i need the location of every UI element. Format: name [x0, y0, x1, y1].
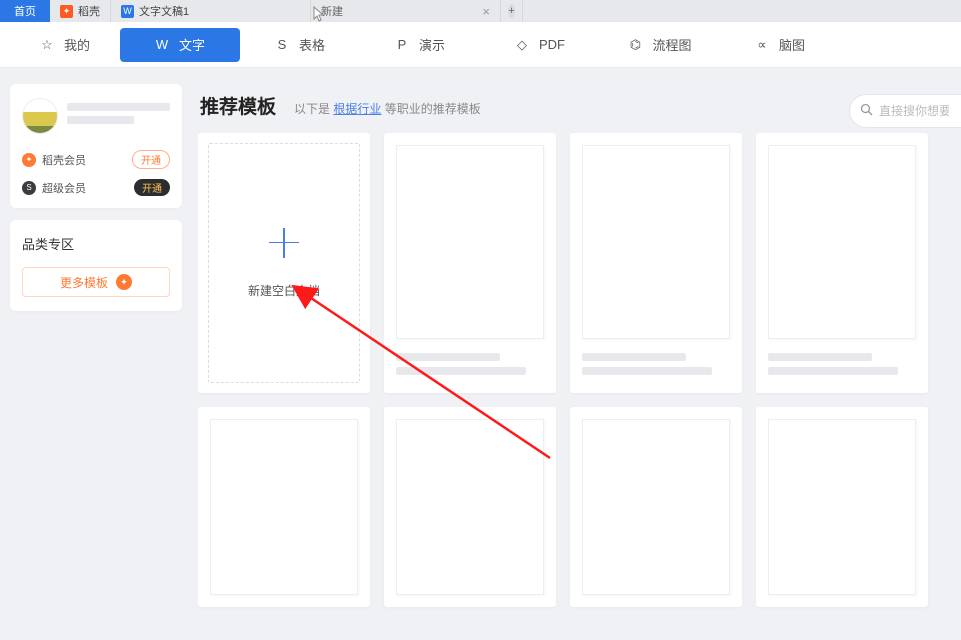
- template-card[interactable]: [384, 407, 556, 607]
- fire-icon: ✦: [60, 5, 73, 18]
- new-blank-doc-card[interactable]: 新建空白文档: [198, 133, 370, 393]
- subtitle: 以下是 根据行业 等职业的推荐模板: [294, 100, 481, 117]
- nav-mine[interactable]: ☆ 我的: [10, 28, 120, 62]
- mind-icon: ∝: [755, 37, 769, 53]
- user-name-placeholder: [67, 103, 170, 129]
- nav-label: 脑图: [779, 35, 805, 54]
- cursor-icon: [313, 6, 327, 27]
- search-box[interactable]: [849, 94, 961, 128]
- heading-row: 推荐模板 以下是 根据行业 等职业的推荐模板: [200, 92, 961, 119]
- sidebar: ✦ 稻壳会员 开通 S 超级会员 开通 品类专区 更多模板 ✦: [10, 84, 182, 640]
- nav-label: PDF: [539, 37, 565, 52]
- close-icon[interactable]: ×: [482, 4, 490, 19]
- nav-label: 流程图: [652, 35, 691, 54]
- nav-label: 表格: [299, 35, 325, 54]
- more-templates-button[interactable]: 更多模板 ✦: [22, 267, 170, 297]
- content-area: 推荐模板 以下是 根据行业 等职业的推荐模板 新建空白文档: [198, 84, 961, 640]
- window-tab-bar: 首页 ✦ 稻壳 W 文字文稿1 新建 × +: [0, 0, 961, 22]
- user-info: [22, 98, 170, 134]
- rice-icon: ✦: [22, 153, 36, 167]
- page-title: 推荐模板: [200, 92, 276, 119]
- search-wrap: [849, 94, 961, 128]
- user-card: ✦ 稻壳会员 开通 S 超级会员 开通: [10, 84, 182, 208]
- template-card[interactable]: [570, 407, 742, 607]
- template-card[interactable]: [756, 407, 928, 607]
- open-button[interactable]: 开通: [132, 150, 170, 169]
- more-label: 更多模板: [60, 274, 108, 291]
- category-title: 品类专区: [22, 234, 170, 253]
- doc-icon: W: [121, 5, 134, 18]
- nav-present[interactable]: P 演示: [360, 28, 480, 62]
- member-label: 稻壳会员: [42, 152, 86, 168]
- avatar[interactable]: [22, 98, 58, 134]
- nav-label: 我的: [64, 35, 90, 54]
- template-card[interactable]: [756, 133, 928, 393]
- fire-icon: ✦: [116, 274, 132, 290]
- open-button[interactable]: 开通: [134, 179, 170, 196]
- category-card: 品类专区 更多模板 ✦: [10, 220, 182, 311]
- pdf-icon: ◇: [515, 37, 529, 53]
- super-icon: S: [22, 181, 36, 195]
- text-icon: W: [155, 37, 169, 52]
- nav-sheet[interactable]: S 表格: [240, 28, 360, 62]
- tab-label: 稻壳: [78, 3, 100, 19]
- plus-icon: [269, 228, 299, 258]
- member-row-super: S 超级会员 开通: [22, 179, 170, 196]
- blank-doc-label: 新建空白文档: [248, 282, 320, 299]
- plus-icon: +: [508, 4, 514, 18]
- sheet-icon: S: [275, 37, 289, 52]
- tab-new[interactable]: 新建 ×: [311, 0, 501, 22]
- present-icon: P: [395, 37, 409, 52]
- main-area: ✦ 稻壳会员 开通 S 超级会员 开通 品类专区 更多模板 ✦ 推荐模板 以下是 根…: [0, 68, 961, 640]
- template-card[interactable]: [384, 133, 556, 393]
- template-card[interactable]: [198, 407, 370, 607]
- star-icon: ☆: [40, 37, 54, 53]
- template-grid: 新建空白文档: [198, 133, 961, 607]
- doc-type-nav: ☆ 我的 W 文字 S 表格 P 演示 ◇ PDF ⌬ 流程图 ∝ 脑图: [0, 22, 961, 68]
- flow-icon: ⌬: [628, 37, 642, 53]
- nav-pdf[interactable]: ◇ PDF: [480, 28, 600, 62]
- template-card[interactable]: [570, 133, 742, 393]
- member-row-rice: ✦ 稻壳会员 开通: [22, 150, 170, 169]
- tab-label: 文字文稿1: [139, 3, 189, 19]
- industry-link[interactable]: 根据行业: [333, 102, 381, 116]
- member-label: 超级会员: [42, 180, 86, 196]
- tab-docke[interactable]: ✦ 稻壳: [50, 0, 111, 22]
- search-input[interactable]: [879, 104, 949, 118]
- nav-label: 演示: [419, 35, 445, 54]
- add-tab-button[interactable]: +: [501, 0, 523, 22]
- nav-mind[interactable]: ∝ 脑图: [720, 28, 840, 62]
- tab-doc1[interactable]: W 文字文稿1: [111, 0, 311, 22]
- nav-text[interactable]: W 文字: [120, 28, 240, 62]
- nav-flow[interactable]: ⌬ 流程图: [600, 28, 720, 62]
- nav-label: 文字: [179, 35, 205, 54]
- tab-home[interactable]: 首页: [0, 0, 50, 22]
- tab-label: 首页: [14, 3, 36, 19]
- search-icon: [860, 103, 873, 119]
